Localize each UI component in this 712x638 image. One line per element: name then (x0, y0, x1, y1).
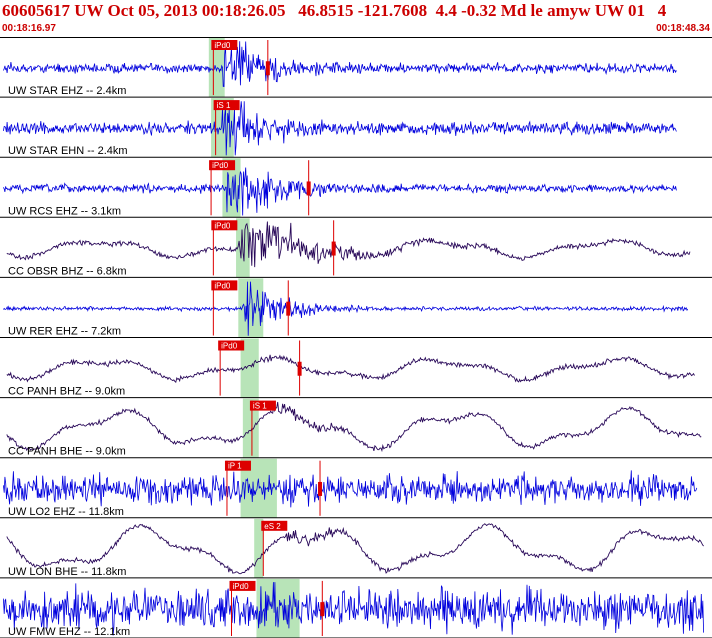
trace-label: UW STAR EHZ -- 2.4km (8, 85, 126, 97)
trace-label: UW LON BHE -- 11.8km (8, 566, 126, 578)
pick-error-bar (265, 61, 270, 76)
trace-panels: iPd0 UW STAR EHZ -- 2.4km iS 1 UW STAR EHN … (0, 38, 712, 638)
trace-panel: iPd0 UW STAR EHZ -- 2.4km (0, 38, 712, 98)
pick-label: iPd0 (212, 161, 229, 170)
trace-label: UW RCS EHZ -- 3.1km (8, 205, 121, 217)
event-header: 60605617 UW Oct 05, 2013 00:18:26.05 46.… (0, 0, 712, 36)
pick-error-bar (306, 181, 311, 196)
pick-error-bar (320, 602, 325, 617)
trace-panel: iPd0 CC PANH BHZ -- 9.0km (0, 338, 712, 399)
pick-label: iPd0 (221, 342, 238, 351)
waveform-trace (6, 354, 695, 384)
pick-error-bar (318, 481, 323, 496)
start-time-label: 00:18:16.97 (2, 23, 56, 34)
trace-label: UW FMW EHZ -- 12.1km (8, 626, 130, 638)
seismogram-plot: iPd0 UW STAR EHZ -- 2.4km iS 1 UW STAR EHN … (0, 37, 712, 638)
trace-panel: iS 1 UW STAR EHN -- 2.4km (0, 98, 712, 158)
pick-error-bar (286, 301, 291, 316)
trace-label: UW STAR EHN -- 2.4km (8, 145, 128, 157)
pick-error-bar (297, 361, 302, 376)
pick-label: eS 2 (264, 522, 281, 531)
trace-label: UW LO2 EHZ -- 11.8km (8, 506, 124, 518)
trace-label: UW RER EHZ -- 7.2km (8, 326, 121, 338)
waveform-trace (6, 221, 691, 268)
trace-panel: iPd0 UW RER EHZ -- 7.2km (0, 278, 712, 338)
pick-label: iPd0 (233, 582, 250, 591)
trace-panel: iPd0 UW FMW EHZ -- 12.1km (0, 578, 712, 638)
pick-label: iPd0 (214, 221, 231, 230)
pick-label: iPd0 (214, 281, 231, 290)
trace-label: CC PANH BHE -- 9.0km (8, 446, 126, 458)
trace-panel: iPd0 CC OBSR BHZ -- 6.8km (0, 218, 712, 278)
trace-panel: iS 1 CC PANH BHE -- 9.0km (0, 398, 712, 459)
trace-label: CC OBSR BHZ -- 6.8km (8, 265, 127, 277)
event-title: 60605617 UW Oct 05, 2013 00:18:26.05 46.… (2, 1, 667, 20)
pick-label: iPd0 (214, 41, 231, 50)
pick-error-bar (331, 241, 336, 256)
trace-panel: iPd0 UW RCS EHZ -- 3.1km (0, 158, 712, 218)
waveform-trace (3, 470, 698, 508)
trace-panel: iP 1 UW LO2 EHZ -- 11.8km (0, 458, 712, 519)
trace-panel: eS 2 UW LON BHE -- 11.8km (0, 518, 712, 579)
pick-label: iP 1 (228, 462, 242, 471)
pick-label: iS 1 (253, 402, 267, 411)
waveform-trace (3, 41, 677, 87)
waveform-trace (6, 401, 702, 453)
pick-label: iS 1 (217, 101, 231, 110)
trace-label: CC PANH BHZ -- 9.0km (8, 386, 125, 398)
end-time-label: 00:18:48.34 (656, 23, 710, 34)
